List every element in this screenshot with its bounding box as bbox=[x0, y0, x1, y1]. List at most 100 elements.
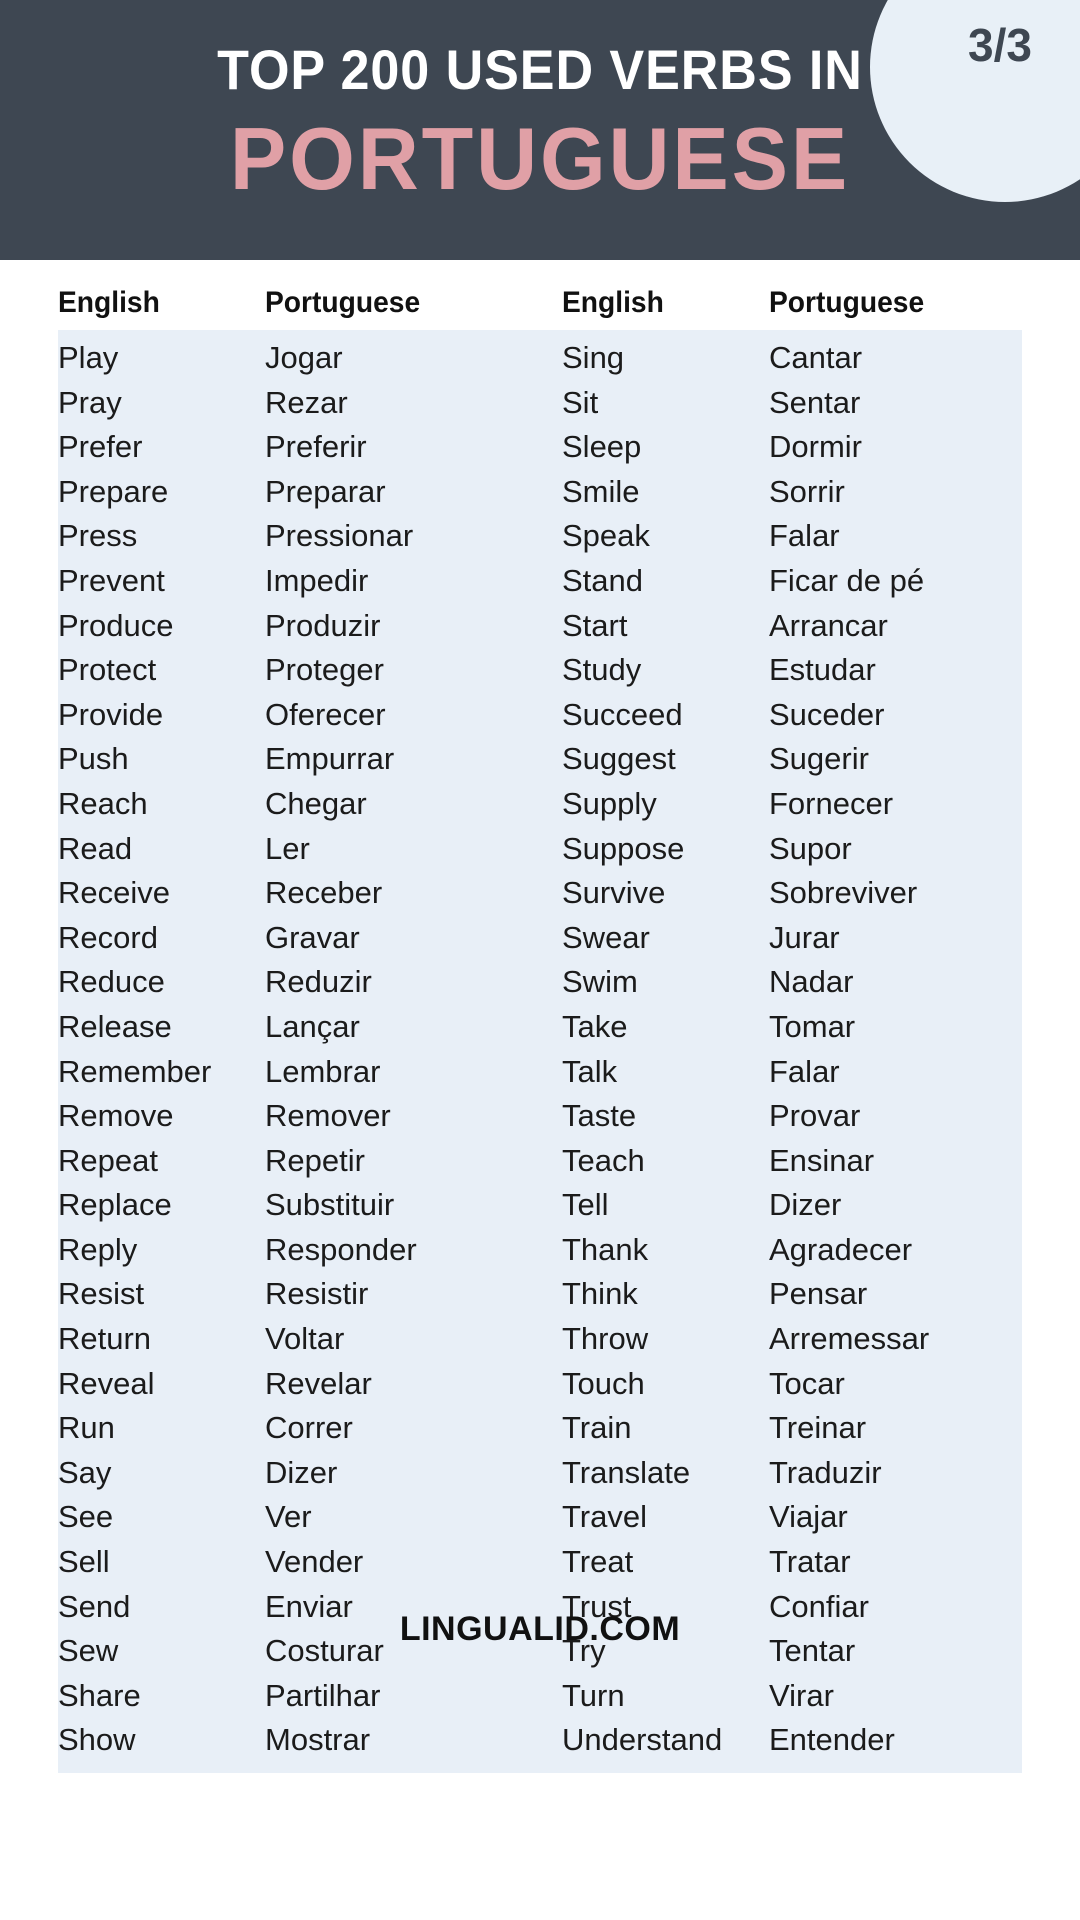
verb-english-right: Translate bbox=[562, 1454, 691, 1490]
verb-portuguese-left: Rezar bbox=[265, 384, 348, 420]
verb-english-left: Reveal bbox=[58, 1365, 155, 1401]
verb-portuguese-left: Gravar bbox=[265, 919, 360, 955]
verb-english-right: Stand bbox=[562, 562, 644, 598]
verb-portuguese-left: Chegar bbox=[265, 785, 367, 821]
column-header-english-left: English bbox=[58, 286, 160, 319]
verb-portuguese-right: Suceder bbox=[769, 696, 885, 732]
verb-portuguese-right: Cantar bbox=[769, 340, 863, 375]
verb-portuguese-right: Ensinar bbox=[769, 1142, 875, 1178]
verb-english-left: Resist bbox=[58, 1276, 145, 1312]
verb-english-right: Smile bbox=[562, 473, 640, 509]
verb-english-right: Thank bbox=[562, 1231, 649, 1267]
verb-portuguese-left: Preferir bbox=[265, 429, 367, 465]
verb-english-right: Succeed bbox=[562, 696, 683, 732]
verb-portuguese-right: Agradecer bbox=[769, 1231, 913, 1267]
verb-portuguese-left: Lançar bbox=[265, 1008, 360, 1044]
table-header-row: English Portuguese English Portuguese bbox=[58, 278, 1022, 330]
header-banner: 3/3 TOP 200 USED VERBS IN PORTUGUESE bbox=[0, 0, 1080, 260]
verb-english-right: Turn bbox=[562, 1677, 625, 1713]
verb-portuguese-left: Oferecer bbox=[265, 696, 386, 732]
verb-portuguese-right: Falar bbox=[769, 518, 840, 554]
verb-portuguese-right: Supor bbox=[769, 830, 852, 866]
verb-english-right: Take bbox=[562, 1008, 628, 1044]
column-header-portuguese-left: Portuguese bbox=[265, 286, 421, 319]
title-primary-line: TOP 200 USED VERBS IN bbox=[217, 38, 863, 101]
verb-english-right: Supply bbox=[562, 785, 657, 821]
verb-portuguese-left: Correr bbox=[265, 1410, 353, 1446]
verb-english-left: Remember bbox=[58, 1053, 212, 1089]
verb-english-right: Swim bbox=[562, 964, 638, 1000]
verb-portuguese-left: Reduzir bbox=[265, 964, 372, 1000]
column-header-portuguese-right: Portuguese bbox=[769, 286, 925, 319]
verb-english-left: Share bbox=[58, 1677, 141, 1713]
verb-portuguese-right: Falar bbox=[769, 1053, 840, 1089]
verb-english-right: Think bbox=[562, 1276, 638, 1312]
title-language-line: PORTUGUESE bbox=[229, 109, 851, 209]
verb-english-right: Taste bbox=[562, 1098, 637, 1134]
verb-portuguese-right: Arrancar bbox=[769, 607, 888, 643]
verb-english-right: Understand bbox=[562, 1722, 723, 1758]
page-title: TOP 200 USED VERBS IN PORTUGUESE bbox=[0, 38, 1080, 210]
verb-english-right: Touch bbox=[562, 1365, 645, 1401]
verb-english-left: Prefer bbox=[58, 429, 143, 465]
verb-english-right: Tell bbox=[562, 1187, 609, 1223]
verb-portuguese-right: Sobreviver bbox=[769, 875, 918, 911]
verb-portuguese-left: Partilhar bbox=[265, 1677, 381, 1713]
verb-english-left: Prepare bbox=[58, 473, 169, 509]
verb-english-right: Train bbox=[562, 1410, 632, 1446]
verb-portuguese-left: Ler bbox=[265, 830, 310, 866]
verb-english-left: Sell bbox=[58, 1544, 110, 1580]
verb-english-left: Reduce bbox=[58, 964, 165, 1000]
verb-portuguese-right: Nadar bbox=[769, 964, 854, 1000]
column-header-english-right: English bbox=[562, 286, 664, 319]
verb-english-left: Release bbox=[58, 1008, 172, 1044]
verb-portuguese-left: Repetir bbox=[265, 1142, 365, 1178]
verb-portuguese-right: Sorrir bbox=[769, 473, 845, 509]
verb-english-right: Sing bbox=[562, 340, 625, 375]
verb-portuguese-right: Treinar bbox=[769, 1410, 867, 1446]
verb-portuguese-left: Substituir bbox=[265, 1187, 395, 1223]
verb-english-right: Swear bbox=[562, 919, 650, 955]
verb-portuguese-left: Vender bbox=[265, 1544, 364, 1580]
verb-portuguese-left: Jogar bbox=[265, 340, 343, 375]
verb-english-left: Play bbox=[58, 340, 119, 375]
verb-portuguese-left: Empurrar bbox=[265, 741, 395, 777]
verb-portuguese-right: Pensar bbox=[769, 1276, 868, 1312]
verb-portuguese-left: Resistir bbox=[265, 1276, 369, 1312]
verb-portuguese-left: Impedir bbox=[265, 562, 369, 598]
verb-portuguese-right: Dormir bbox=[769, 429, 862, 465]
footer: LINGUALID.COM bbox=[0, 1610, 1080, 1649]
verb-portuguese-right: Sentar bbox=[769, 384, 861, 420]
verb-english-right: Start bbox=[562, 607, 628, 643]
verb-portuguese-right: Arremessar bbox=[769, 1321, 930, 1357]
verb-portuguese-left: Dizer bbox=[265, 1454, 338, 1490]
verb-english-left: Provide bbox=[58, 696, 164, 732]
verbs-table-container: English Portuguese English Portuguese Pl… bbox=[0, 278, 1080, 1773]
verb-portuguese-right: Jurar bbox=[769, 919, 840, 955]
verb-english-right: Travel bbox=[562, 1499, 647, 1535]
verb-portuguese-right: Estudar bbox=[769, 652, 876, 688]
verb-english-left: Pray bbox=[58, 384, 122, 420]
verb-portuguese-right: Tocar bbox=[769, 1365, 845, 1401]
verb-english-left: Prevent bbox=[58, 562, 165, 598]
verb-english-right: Sleep bbox=[562, 429, 642, 465]
verb-portuguese-right: Sugerir bbox=[769, 741, 869, 777]
verb-portuguese-right: Ficar de pé bbox=[769, 562, 925, 598]
verb-portuguese-right: Dizer bbox=[769, 1187, 842, 1223]
verb-portuguese-left: Ver bbox=[265, 1499, 312, 1535]
verb-english-left: Receive bbox=[58, 875, 170, 911]
verb-english-right: Study bbox=[562, 652, 642, 688]
verb-english-right: Treat bbox=[562, 1544, 634, 1580]
verb-english-left: Protect bbox=[58, 652, 157, 688]
verb-portuguese-left: Revelar bbox=[265, 1365, 372, 1401]
verb-portuguese-left: Pressionar bbox=[265, 518, 414, 554]
verb-english-left: Replace bbox=[58, 1187, 172, 1223]
verb-portuguese-left: Receber bbox=[265, 875, 383, 911]
verb-portuguese-right: Traduzir bbox=[769, 1454, 882, 1490]
verb-english-right: Suggest bbox=[562, 741, 676, 777]
verb-portuguese-left: Preparar bbox=[265, 473, 386, 509]
verb-english-left: See bbox=[58, 1499, 114, 1535]
verb-english-right: Speak bbox=[562, 518, 650, 554]
verb-portuguese-right: Tomar bbox=[769, 1008, 856, 1044]
verb-portuguese-left: Lembrar bbox=[265, 1053, 381, 1089]
